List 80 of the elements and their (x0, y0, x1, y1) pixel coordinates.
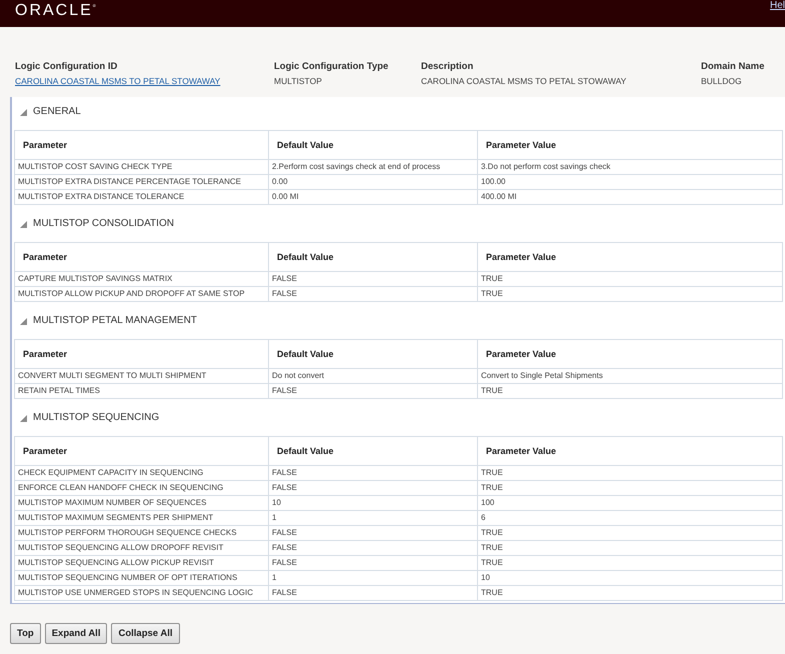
help-link[interactable]: Hel (770, 0, 785, 11)
triangle-icon[interactable] (20, 414, 27, 422)
table-cell: CHECK EQUIPMENT CAPACITY IN SEQUENCING (14, 466, 268, 480)
table-cell: RETAIN PETAL TIMES (14, 384, 268, 398)
column-header: Parameter (14, 242, 268, 272)
table-cell: CAPTURE MULTISTOP SAVINGS MATRIX (14, 272, 268, 286)
table-cell: 1 (268, 570, 478, 586)
top-button[interactable]: Top (10, 623, 41, 644)
field-label: Logic Configuration Type (274, 60, 388, 73)
table-cell: FALSE (268, 272, 478, 286)
triangle-icon[interactable] (20, 108, 27, 116)
table-cell: 2.Perform cost savings check at end of process (268, 160, 478, 174)
column-header: Parameter Value (478, 130, 782, 160)
column-header: Default Value (268, 340, 478, 368)
field-label: Logic Configuration ID (15, 60, 118, 73)
table-cell: MULTISTOP MAXIMUM SEGMENTS PER SHIPMENT (14, 510, 268, 526)
column-header: Default Value (268, 130, 478, 160)
table-cell: Do not convert (268, 368, 478, 384)
table-cell: MULTISTOP ALLOW PICKUP AND DROPOFF AT SAME STOP (14, 286, 268, 302)
table-cell: FALSE (268, 556, 478, 570)
section-title: MULTISTOP PETAL MANAGEMENT (33, 314, 197, 328)
table-cell: MULTISTOP USE UNMERGED STOPS IN SEQUENCING LOGIC (14, 586, 268, 600)
table-cell: FALSE (268, 480, 478, 496)
table-cell: 0.00 (268, 174, 478, 190)
field-value: BULLDOG (701, 75, 742, 88)
column-header: Default Value (268, 436, 478, 466)
table-cell: FALSE (268, 466, 478, 480)
table-cell: TRUE (478, 466, 782, 480)
table-cell: Convert to Single Petal Shipments (478, 368, 782, 384)
table-cell: 10 (478, 570, 782, 586)
table-cell: 400.00 MI (478, 190, 782, 204)
table-cell: 6 (478, 510, 782, 526)
table-cell: TRUE (478, 272, 782, 286)
table-cell: 10 (268, 496, 478, 510)
collapse-all-button[interactable]: Collapse All (111, 623, 180, 644)
column-header: Parameter Value (478, 340, 782, 368)
table-cell: FALSE (268, 540, 478, 556)
table-cell: TRUE (478, 384, 782, 398)
table-cell: CONVERT MULTI SEGMENT TO MULTI SHIPMENT (14, 368, 268, 384)
table-cell: FALSE (268, 286, 478, 302)
table-cell: 0.00 MI (268, 190, 478, 204)
column-header: Parameter (14, 340, 268, 368)
expand-all-button[interactable]: Expand All (44, 623, 108, 644)
section-title: MULTISTOP SEQUENCING (33, 411, 160, 425)
column-header: Parameter Value (478, 436, 782, 466)
table-cell: TRUE (478, 540, 782, 556)
field-value: MULTISTOP (274, 75, 322, 88)
table-cell: TRUE (478, 586, 782, 600)
record-link[interactable]: CAROLINA COASTAL MSMS TO PETAL STOWAWAY (15, 75, 220, 88)
table-cell: TRUE (478, 286, 782, 302)
table-cell: MULTISTOP PERFORM THOROUGH SEQUENCE CHECKS (14, 526, 268, 540)
column-header: Parameter Value (478, 242, 782, 272)
table-cell: MULTISTOP SEQUENCING NUMBER OF OPT ITERATIONS (14, 570, 268, 586)
section-title: GENERAL (33, 105, 81, 119)
table-cell: FALSE (268, 586, 478, 600)
table-cell: MULTISTOP EXTRA DISTANCE PERCENTAGE TOLERANCE (14, 174, 268, 190)
table-cell: 100.00 (478, 174, 782, 190)
table-cell: TRUE (478, 480, 782, 496)
column-header: Parameter (14, 436, 268, 466)
table-cell: TRUE (478, 526, 782, 540)
table-cell: MULTISTOP EXTRA DISTANCE TOLERANCE (14, 190, 268, 204)
field-value: CAROLINA COASTAL MSMS TO PETAL STOWAWAY (421, 75, 626, 88)
field-label: Description (421, 60, 474, 73)
triangle-icon[interactable] (20, 220, 27, 228)
field-label: Domain Name (701, 60, 764, 73)
table-cell: FALSE (268, 384, 478, 398)
table-cell: MULTISTOP SEQUENCING ALLOW PICKUP REVISIT (14, 556, 268, 570)
table-cell: 3.Do not perform cost savings check (478, 160, 782, 174)
table-cell: TRUE (478, 556, 782, 570)
table-cell: MULTISTOP SEQUENCING ALLOW DROPOFF REVISIT (14, 540, 268, 556)
column-header: Default Value (268, 242, 478, 272)
triangle-icon[interactable] (20, 318, 27, 324)
table-cell: FALSE (268, 526, 478, 540)
section-title: MULTISTOP CONSOLIDATION (33, 217, 174, 231)
column-header: Parameter (14, 130, 268, 160)
table-cell: MULTISTOP COST SAVING CHECK TYPE (14, 160, 268, 174)
table-cell: 100 (478, 496, 782, 510)
table-cell: 1 (268, 510, 478, 526)
table-cell: MULTISTOP MAXIMUM NUMBER OF SEQUENCES (14, 496, 268, 510)
table-cell: ENFORCE CLEAN HANDOFF CHECK IN SEQUENCING (14, 480, 268, 496)
